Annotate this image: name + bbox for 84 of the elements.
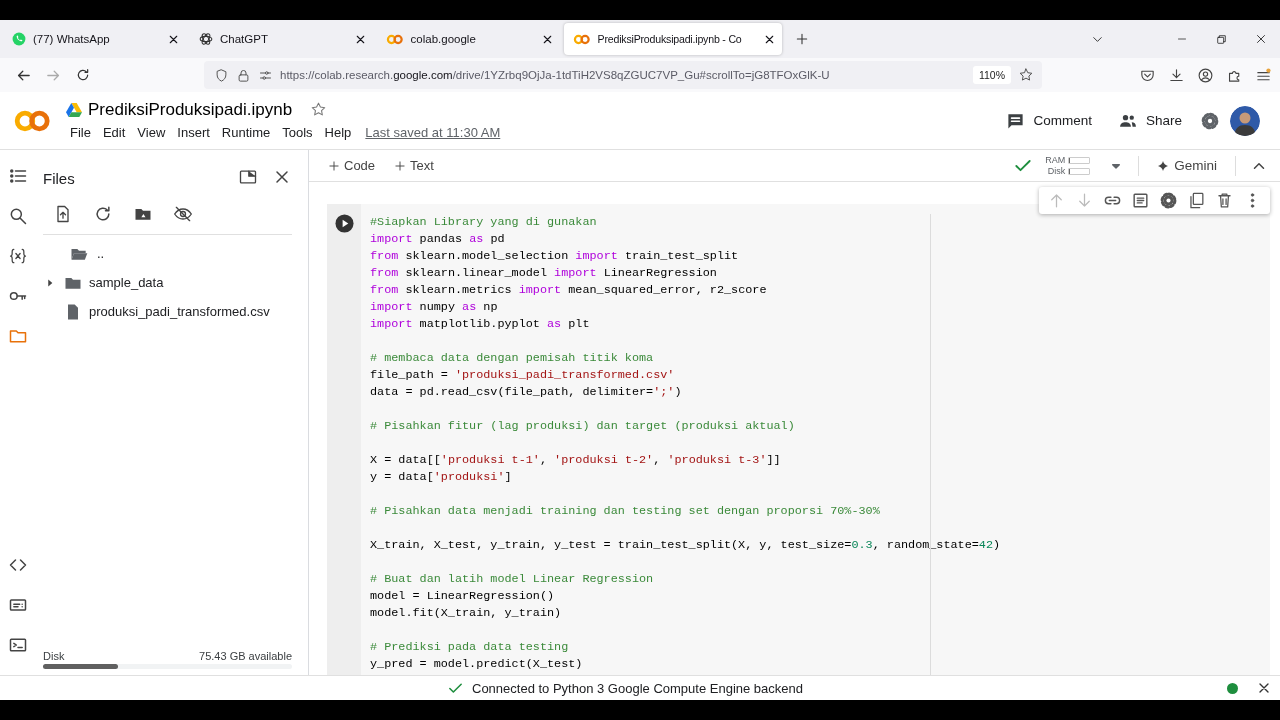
notebook-title[interactable]: PrediksiProduksipadi.ipynb [88,99,293,120]
status-message: Connected to Python 3 Google Compute Engine backend [472,680,803,696]
sparkle-icon [1157,159,1170,172]
terminal-icon[interactable] [8,635,28,655]
hide-icon[interactable] [173,204,193,224]
file-name[interactable]: sample_data [89,275,164,290]
code-line: y = data['produksi'] [370,469,513,486]
code-line: data = pd.read_csv(file_path, delimiter=';') [370,384,683,401]
refresh-icon[interactable] [93,204,113,224]
variables-icon[interactable] [8,246,28,266]
code-line: #Siapkan Library yang di gunakan [370,214,598,231]
code-line: # Prediksi pada data testing [370,639,570,656]
code-line: model.fit(X_train, y_train) [370,605,563,622]
run-button[interactable] [334,214,354,233]
code-line: import matplotlib.pyplot as plt [370,316,591,333]
code-line: X_train, X_test, y_train, y_test = train_test_split(X, y, test_size=0.3, random_state=42) [370,537,1002,554]
reload-icon[interactable] [75,67,91,83]
logo-icon [386,33,404,45]
disk-label: Disk [43,650,65,662]
code-line: from sklearn.linear_model import LinearRegression [370,265,718,282]
menu-item[interactable]: Edit [96,122,132,142]
menu-item[interactable]: View [131,122,172,142]
code-line: import pandas as pd [370,231,506,248]
menu-item[interactable]: Insert [171,122,216,142]
logo-icon [12,108,52,133]
knot-icon [199,32,213,46]
code-line: # Buat dan latih model Linear Regression [370,571,655,588]
browser-tab[interactable]: colab.google [377,23,560,55]
add-text-button[interactable]: Text [387,154,440,177]
shield-icon [214,67,229,83]
drive-icon[interactable] [66,102,82,117]
code-line: file_path = 'produksi_padi_transformed.csv' [370,367,676,384]
add-code-button[interactable]: Code [321,154,382,177]
code-line: y_pred = model.predict(X_test) [370,656,584,673]
browser-tab[interactable]: PrediksiProduksipadi.ipynb - Co [564,23,782,55]
comment-icon[interactable] [1131,191,1150,210]
download-icon[interactable] [1168,66,1185,84]
restore-icon[interactable] [1215,32,1228,46]
zoom-level[interactable]: 110% [972,66,1011,84]
browser-tab[interactable]: ChatGPT [190,23,373,55]
last-saved-link[interactable]: Last saved at 11:30 AM [365,124,501,140]
url-text: https://colab.research.google.com/drive/1YZrbq9OjJa-1tdTiH2VS8qZGUC7VP_Gu#scrollTo=jG8TFOxGlK-U [280,69,831,81]
plus-icon [327,158,341,173]
disk-available: 75.43 GB available [199,650,292,662]
panel-title: Files [43,168,76,187]
code-line: # membaca data dengan pemisah titik koma [370,350,655,367]
address-bar[interactable]: https://colab.research.google.com/drive/1YZrbq9OjJa-1tdTiH2VS8qZGUC7VP_Gu#scrollTo=jG8TFOxGlK-U 110% [204,61,1042,89]
comment-button[interactable]: Comment [998,105,1100,136]
resource-label: RAM [1045,155,1066,165]
code-line: X = data[['produksi t-1', 'produksi t-2', 'produksi t-3']] [370,452,782,469]
code-line: import numpy as np [370,299,499,316]
file-name[interactable]: produksi_padi_transformed.csv [89,304,270,319]
menu-item[interactable]: Runtime [215,122,277,142]
toc-icon[interactable] [8,166,28,186]
share-button[interactable]: Share [1109,104,1190,137]
chat-icon [12,32,26,46]
delete-icon[interactable] [1215,191,1234,210]
gemini-button[interactable]: Gemini [1153,154,1221,177]
bookmark-star-icon[interactable] [1018,67,1034,83]
logo-icon [573,33,591,45]
code-line: from sklearn.metrics import mean_squared_error, r2_score [370,282,768,299]
star-icon[interactable] [310,101,328,118]
code-line: # Pisahkan fitur (lag produksi) dan target (produksi aktual) [370,418,796,435]
resource-label: Disk [1046,166,1066,176]
new-tab-icon[interactable] [794,31,810,47]
file-name[interactable]: .. [97,246,105,261]
menu-item[interactable]: File [64,122,97,142]
avatar[interactable] [1230,105,1260,136]
comment-icon [1006,111,1026,130]
mirror-cell-icon[interactable] [1187,191,1206,210]
settings-icon[interactable] [1200,110,1220,131]
close-icon[interactable] [1254,32,1268,46]
code-line: model = LinearRegression() [370,588,556,605]
menu-item[interactable]: Tools [276,122,319,142]
code-line: from sklearn.model_selection import train_test_split [370,248,740,265]
menu-item[interactable]: Help [318,122,358,142]
settings-icon[interactable] [1159,191,1178,210]
code-line: # Pisahkan data menjadi training dan testing set dengan proporsi 70%-30% [370,503,881,520]
account-icon[interactable] [1197,66,1214,84]
status-dot [1227,682,1238,694]
browser-tab[interactable]: (77) WhatsApp [3,23,186,55]
lock-icon [236,67,251,83]
plus-icon [393,158,408,173]
search-icon[interactable] [8,206,28,226]
